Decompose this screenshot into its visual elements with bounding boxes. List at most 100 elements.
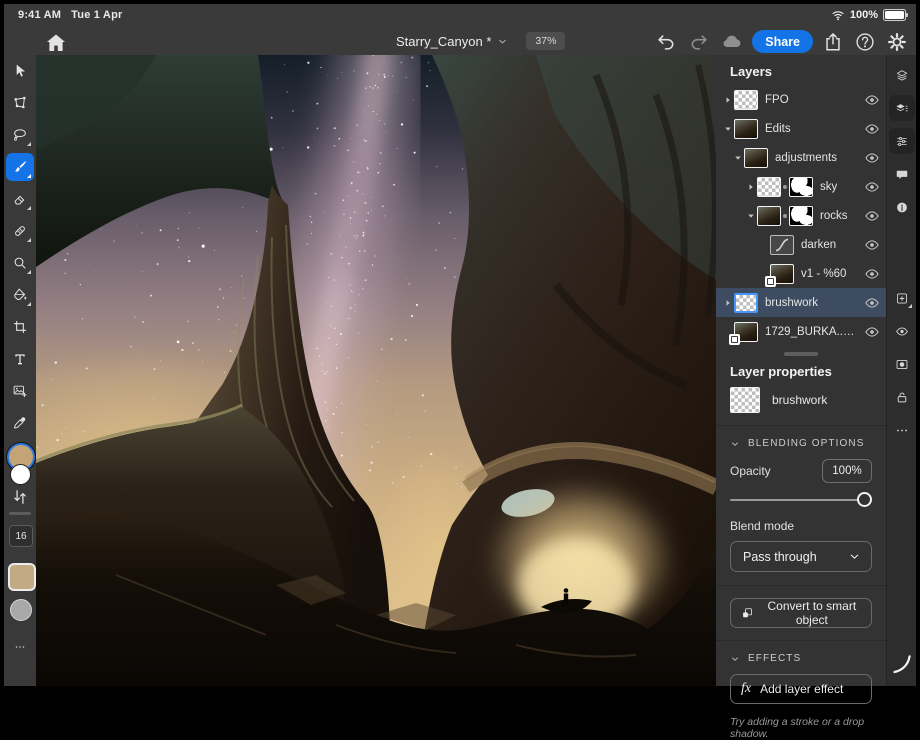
- layer-visibility-eye-icon[interactable]: [864, 266, 880, 282]
- visibility-eye-icon[interactable]: [889, 318, 915, 344]
- settings-gear-icon[interactable]: [886, 31, 908, 53]
- undo-icon[interactable]: [655, 31, 677, 53]
- brush-tip-swatch[interactable]: [8, 563, 36, 591]
- chevron-down-icon: [730, 654, 740, 664]
- more-options-icon[interactable]: [889, 417, 915, 443]
- type-tool[interactable]: [6, 345, 34, 373]
- blending-options-section[interactable]: BLENDING OPTIONS: [730, 438, 872, 449]
- expand-caret-icon[interactable]: [722, 94, 734, 106]
- layer-row-darken[interactable]: darken: [716, 230, 886, 259]
- brush-size-badge[interactable]: 16: [9, 525, 33, 547]
- layer-visibility-eye-icon[interactable]: [864, 121, 880, 137]
- collapse-caret-icon[interactable]: [722, 123, 734, 135]
- layer-thumbnail[interactable]: [734, 119, 758, 139]
- layer-stack-icon[interactable]: [889, 62, 915, 88]
- opacity-slider-knob[interactable]: [857, 492, 872, 507]
- layers-detail-icon[interactable]: [889, 95, 915, 121]
- divider: [716, 585, 886, 586]
- eraser-tool[interactable]: [6, 185, 34, 213]
- opacity-slider[interactable]: [730, 491, 872, 509]
- comment-icon[interactable]: [889, 161, 915, 187]
- info-icon[interactable]: [889, 194, 915, 220]
- effects-label: EFFECTS: [748, 653, 801, 664]
- layer-mask-thumbnail[interactable]: [789, 177, 813, 197]
- panel-drag-handle[interactable]: [784, 352, 818, 356]
- unlock-icon[interactable]: [889, 384, 915, 410]
- divider: [716, 425, 886, 426]
- layer-visibility-eye-icon[interactable]: [864, 208, 880, 224]
- layer-thumbnail[interactable]: [734, 90, 758, 110]
- layer-thumbnail[interactable]: [734, 293, 758, 313]
- layer-thumbnail[interactable]: [757, 177, 781, 197]
- layer-visibility-eye-icon[interactable]: [864, 324, 880, 340]
- layer-row-rocks[interactable]: rocks: [716, 201, 886, 230]
- layer-row-1729-burka-anced-nr33[interactable]: 1729_BURKA...anced-NR33: [716, 317, 886, 346]
- layer-properties-summary: brushwork: [730, 387, 872, 413]
- properties-sliders-icon[interactable]: [889, 128, 915, 154]
- share-button[interactable]: Share: [752, 30, 813, 53]
- selected-layer-name: brushwork: [772, 393, 827, 407]
- collapse-caret-icon[interactable]: [732, 152, 744, 164]
- document-canvas[interactable]: [36, 55, 716, 686]
- layer-visibility-eye-icon[interactable]: [864, 295, 880, 311]
- opacity-value-field[interactable]: 100%: [822, 459, 872, 483]
- mask-icon[interactable]: [889, 351, 915, 377]
- effects-hint: Try adding a stroke or a drop shadow.: [730, 716, 872, 740]
- brush-opacity-chip[interactable]: [10, 599, 32, 621]
- blend-mode-value: Pass through: [743, 550, 817, 564]
- tool-rail-more-icon[interactable]: [10, 641, 30, 653]
- eyedropper-tool[interactable]: [6, 409, 34, 437]
- healing-brush-tool[interactable]: [6, 217, 34, 245]
- fill-tool[interactable]: [6, 281, 34, 309]
- layer-thumbnail[interactable]: [770, 235, 794, 255]
- swap-colors-icon[interactable]: [10, 487, 30, 507]
- place-image-tool[interactable]: [6, 377, 34, 405]
- layer-row-adjustments[interactable]: adjustments: [716, 143, 886, 172]
- blend-mode-dropdown[interactable]: Pass through: [730, 541, 872, 572]
- layer-row-sky[interactable]: sky: [716, 172, 886, 201]
- crop-tool[interactable]: [6, 313, 34, 341]
- add-layer-icon[interactable]: [889, 285, 915, 311]
- battery-icon: [883, 9, 906, 21]
- corner-swoosh-icon: [890, 652, 914, 676]
- layer-thumbnail[interactable]: [744, 148, 768, 168]
- layer-row-edits[interactable]: Edits: [716, 114, 886, 143]
- document-title-button[interactable]: Starry_Canyon *: [390, 33, 514, 50]
- collapse-caret-icon[interactable]: [745, 210, 757, 222]
- redo-icon[interactable]: [688, 31, 710, 53]
- transform-tool[interactable]: [6, 89, 34, 117]
- layer-visibility-eye-icon[interactable]: [864, 179, 880, 195]
- layer-mask-thumbnail[interactable]: [789, 206, 813, 226]
- layer-thumbnail[interactable]: [757, 206, 781, 226]
- layer-row-fpo[interactable]: FPO: [716, 85, 886, 114]
- layer-name: rocks: [820, 210, 847, 222]
- home-button[interactable]: [44, 31, 68, 55]
- layer-row-brushwork[interactable]: brushwork: [716, 288, 886, 317]
- cloud-sync-icon[interactable]: [721, 31, 743, 53]
- tool-rail: 16: [4, 55, 36, 686]
- layer-thumbnail[interactable]: [770, 264, 794, 284]
- lasso-select-tool[interactable]: [6, 121, 34, 149]
- layer-row-v1-60[interactable]: v1 - %60: [716, 259, 886, 288]
- blending-options-label: BLENDING OPTIONS: [748, 438, 865, 449]
- toolbar-actions: Share: [655, 30, 908, 53]
- eraser-icon: [12, 189, 28, 209]
- layer-visibility-eye-icon[interactable]: [864, 237, 880, 253]
- crop-icon: [12, 317, 28, 337]
- magnify-tool[interactable]: [6, 249, 34, 277]
- expand-caret-icon[interactable]: [722, 297, 734, 309]
- convert-smart-object-button[interactable]: Convert to smart object: [730, 598, 872, 628]
- layer-thumbnail[interactable]: [734, 322, 758, 342]
- effects-section[interactable]: EFFECTS: [730, 653, 872, 664]
- layer-visibility-eye-icon[interactable]: [864, 92, 880, 108]
- expand-caret-icon[interactable]: [745, 181, 757, 193]
- export-icon[interactable]: [822, 31, 844, 53]
- help-icon[interactable]: [854, 31, 876, 53]
- move-tool[interactable]: [6, 57, 34, 85]
- add-layer-effect-button[interactable]: fx Add layer effect: [730, 674, 872, 704]
- brush-tool[interactable]: [6, 153, 34, 181]
- layer-visibility-eye-icon[interactable]: [864, 150, 880, 166]
- background-color-chip[interactable]: [10, 464, 31, 485]
- zoom-level-badge[interactable]: 37%: [526, 32, 565, 50]
- status-indicators: 100%: [831, 8, 906, 22]
